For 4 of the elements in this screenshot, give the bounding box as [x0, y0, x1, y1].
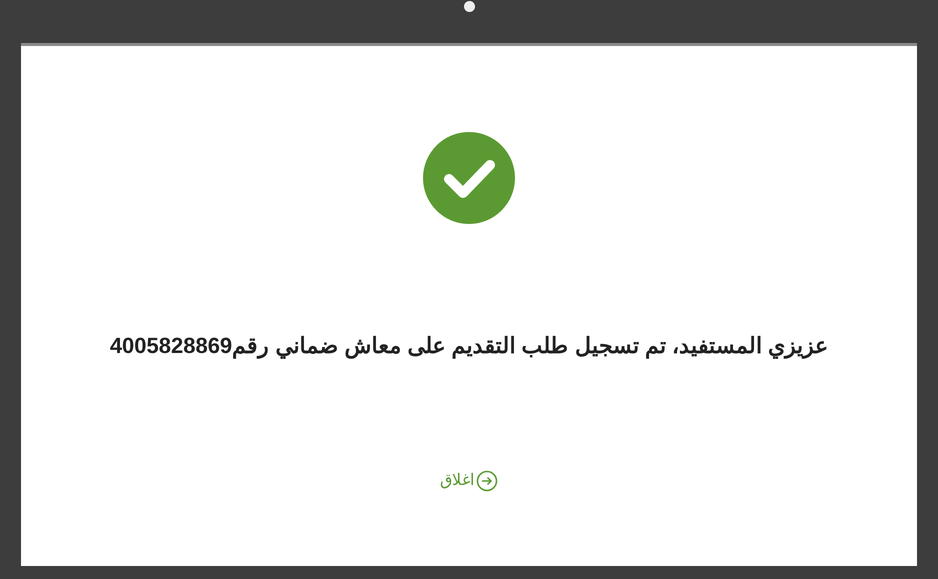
arrow-circle-icon [476, 470, 498, 492]
success-message: عزيزي المستفيد، تم تسجيل طلب التقديم على معاش ضماني رقم4005828869 [110, 332, 828, 361]
check-icon [423, 132, 515, 224]
close-link[interactable]: اغلاق [440, 469, 498, 493]
